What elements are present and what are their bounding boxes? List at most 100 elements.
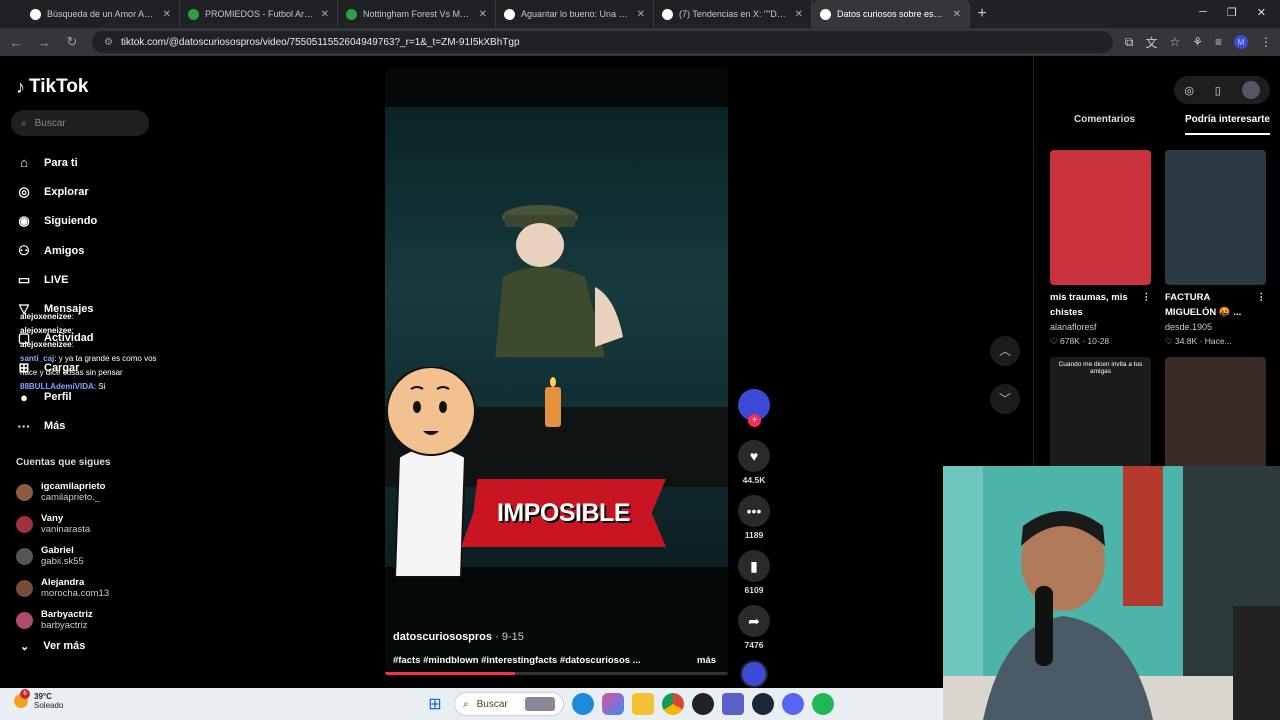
nav-item-more[interactable]: ··· Más xyxy=(16,412,97,441)
following-item[interactable]: Vany vaninarasta xyxy=(16,508,109,540)
chevron-up-icon[interactable]: ︿ xyxy=(990,336,1020,366)
following-item[interactable]: Alejandra morocha.com13 xyxy=(16,572,109,604)
tab-close-icon[interactable]: ✕ xyxy=(479,9,487,20)
discord-icon[interactable] xyxy=(782,693,804,715)
tab-close-icon[interactable]: ✕ xyxy=(637,9,645,20)
url-field[interactable]: ⚙ tiktok.com/@datoscuriosospros/video/75… xyxy=(92,31,1113,53)
nav-item-messages[interactable]: ▽ Mensajes xyxy=(16,294,97,323)
tab-suggested[interactable]: Podría interesarte xyxy=(1184,114,1270,135)
following-text: Alejandra morocha.com13 xyxy=(41,577,109,600)
tab-close-icon[interactable]: ✕ xyxy=(795,9,803,20)
see-more-button[interactable]: ⌄ Ver más xyxy=(20,640,85,653)
browser-tab[interactable]: Aguantar lo bueno: Una experiencia ✕ xyxy=(496,0,654,28)
browser-tab[interactable]: Búsqueda de un Amor Apasionado ✕ xyxy=(22,0,180,28)
browser-tab[interactable]: Datos curiosos sobre españoles ✕ xyxy=(812,0,970,28)
music-disc-icon[interactable] xyxy=(740,660,768,688)
card-menu-icon[interactable]: ⋮ xyxy=(1142,290,1152,320)
nav-item-upload[interactable]: ⊞ Cargar xyxy=(16,353,97,382)
save-action[interactable]: ▮ 6109 xyxy=(736,550,772,595)
nav-item-live[interactable]: ▭ LIVE xyxy=(16,265,97,294)
search-input[interactable]: ⌕ Buscar xyxy=(11,110,149,136)
forward-icon[interactable]: → xyxy=(36,35,52,50)
install-icon[interactable]: ⧉ xyxy=(1125,35,1134,50)
bookmark-star-icon[interactable]: ☆ xyxy=(1169,35,1180,49)
translate-icon[interactable]: 文 xyxy=(1145,34,1157,51)
more-icon: ··· xyxy=(17,418,31,434)
site-info-icon[interactable]: ⚙ xyxy=(104,37,113,48)
copilot-icon[interactable] xyxy=(602,693,624,715)
video-description[interactable]: #facts #mindblown #interestingfacts #dat… xyxy=(393,655,643,666)
file-explorer-icon[interactable] xyxy=(632,693,654,715)
following-item[interactable]: Barbyactriz barbyactriz xyxy=(16,604,109,636)
profile-avatar[interactable]: M xyxy=(1234,35,1248,49)
teams-icon[interactable] xyxy=(722,693,744,715)
card-title-row: mis traumas, mis chistes ⋮ xyxy=(1050,290,1151,320)
video-author[interactable]: datoscuriosospros · 9-15 xyxy=(393,631,524,643)
taskbar-search[interactable]: ⌕ Buscar xyxy=(454,692,564,716)
following-item[interactable]: igcamilaprieto camilaprieto._ xyxy=(16,476,109,508)
tab-close-icon[interactable]: ✕ xyxy=(163,9,171,20)
video-progress-bar[interactable] xyxy=(385,672,728,675)
card-title[interactable]: FACTURA MIGUELÓN 🤬 ... xyxy=(1165,290,1257,320)
url-text: tiktok.com/@datoscuriosospros/video/7550… xyxy=(120,36,520,48)
menu-kebab-icon[interactable]: ⋮ xyxy=(1260,35,1272,49)
minimize-icon[interactable]: ─ xyxy=(1199,6,1207,19)
weather-widget[interactable]: 6 39°C Soleado xyxy=(14,689,63,710)
device-icon[interactable]: ▯ xyxy=(1215,84,1221,97)
nav-item-profile[interactable]: ● Perfil xyxy=(16,382,97,411)
maximize-icon[interactable]: ❐ xyxy=(1227,6,1237,19)
share-action[interactable]: ➦ 7476 xyxy=(736,605,772,650)
nav-item-home[interactable]: ⌂ Para ti xyxy=(16,148,97,177)
video-more-link[interactable]: más xyxy=(697,655,716,666)
obs-icon[interactable] xyxy=(692,693,714,715)
steam-icon[interactable] xyxy=(752,693,774,715)
extensions-icon[interactable]: ⚘ xyxy=(1192,35,1203,49)
reload-icon[interactable]: ↻ xyxy=(64,34,80,50)
video-author-name[interactable]: datoscuriosospros xyxy=(393,631,492,643)
spotify-icon[interactable] xyxy=(812,693,834,715)
card-menu-icon[interactable]: ⋮ xyxy=(1257,290,1267,320)
tab-close-icon[interactable]: ✕ xyxy=(321,9,329,20)
heart-icon[interactable]: ♥ xyxy=(738,440,770,472)
nav-item-activity[interactable]: ▢ Actividad xyxy=(16,324,97,353)
close-icon[interactable]: ✕ xyxy=(1257,6,1266,19)
nav-item-following[interactable]: ◉ Siguiendo xyxy=(16,207,97,236)
new-tab-button[interactable]: + xyxy=(970,0,994,28)
video-player[interactable]: IMPOSIBLE datoscuriosospros · 9-15 #fact… xyxy=(385,67,728,677)
chevron-down-nav-icon[interactable]: ﹀ xyxy=(990,384,1020,414)
nav-item-friends[interactable]: ⚇ Amigos xyxy=(16,236,97,265)
suggested-card[interactable]: mis traumas, mis chistes ⋮ alanafloresf ♡… xyxy=(1050,150,1151,347)
following-item[interactable]: Gabriel gabii.sk55 xyxy=(16,540,109,572)
user-avatar[interactable] xyxy=(1241,81,1260,99)
browser-tab[interactable]: Nottingham Forest Vs Malmö FF ✕ xyxy=(338,0,496,28)
browser-tab[interactable]: PROMIEDOS - Futbol Argentino ✕ xyxy=(180,0,338,28)
card-author[interactable]: alanafloresf xyxy=(1050,322,1151,332)
nav-item-compass[interactable]: ◎ Explorar xyxy=(16,177,97,206)
comment-icon[interactable]: ••• xyxy=(738,495,770,527)
windows-taskbar: 6 39°C Soleado ⊞ ⌕ Buscar xyxy=(0,688,943,720)
tab-comments[interactable]: Comentarios xyxy=(1050,114,1135,135)
comment-action[interactable]: ••• 1189 xyxy=(736,495,772,540)
tiktok-note-icon: ♪ xyxy=(16,76,25,97)
like-action[interactable]: ♥ 44.5K xyxy=(736,440,772,485)
suggested-thumbnail[interactable] xyxy=(1165,150,1266,285)
card-author[interactable]: desde.1905 xyxy=(1165,322,1266,332)
share-icon[interactable]: ➦ xyxy=(738,605,770,637)
media-icon[interactable]: ≡ xyxy=(1215,35,1222,49)
browser-tab[interactable]: (7) Tendencias en X: ""Duka": Pe ✕ xyxy=(654,0,812,28)
windows-start-icon[interactable]: ⊞ xyxy=(424,693,446,715)
tiktok-logo[interactable]: ♪ TikTok xyxy=(16,76,88,98)
explore-icon[interactable]: ◎ xyxy=(1184,84,1194,97)
creator-avatar[interactable]: + xyxy=(738,389,770,427)
suggested-card[interactable]: FACTURA MIGUELÓN 🤬 ... ⋮ desde.1905 ♡ 34.… xyxy=(1165,150,1266,347)
card-title[interactable]: mis traumas, mis chistes xyxy=(1050,290,1142,320)
nav-item-label: Para ti xyxy=(44,156,78,169)
edge-icon[interactable] xyxy=(572,693,594,715)
chrome-icon[interactable] xyxy=(662,693,684,715)
back-icon[interactable]: ← xyxy=(8,35,24,50)
follow-plus-icon[interactable]: + xyxy=(748,414,761,427)
tab-close-icon[interactable]: ✕ xyxy=(953,9,961,20)
search-highlight-icon xyxy=(525,697,555,711)
bookmark-icon[interactable]: ▮ xyxy=(738,550,770,582)
suggested-thumbnail[interactable] xyxy=(1050,150,1151,285)
